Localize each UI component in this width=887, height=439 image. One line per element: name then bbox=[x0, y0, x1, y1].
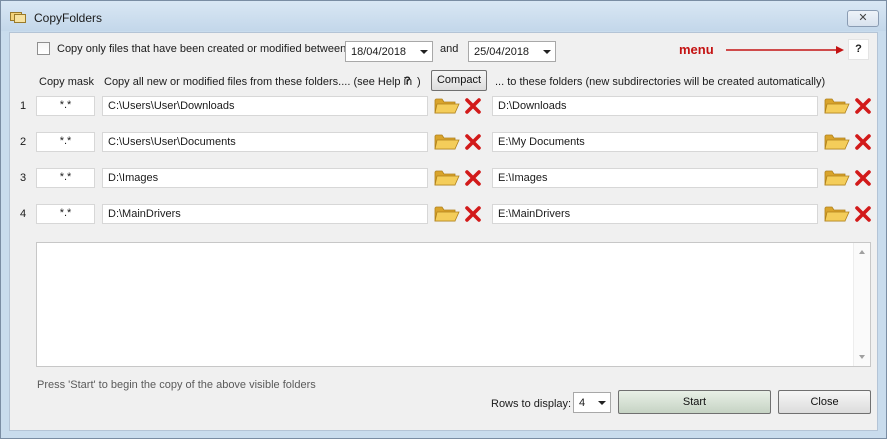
copy-mask-input[interactable]: *.* bbox=[36, 132, 95, 152]
chevron-down-icon bbox=[543, 50, 551, 54]
dest-folder-value: E:\MainDrivers bbox=[498, 208, 571, 220]
folder-open-icon[interactable] bbox=[824, 204, 850, 224]
title-bar: CopyFolders ✕ bbox=[1, 1, 886, 31]
dest-folder-value: E:\My Documents bbox=[498, 136, 585, 148]
copy-folders-app-icon bbox=[10, 12, 26, 23]
delete-x-icon[interactable] bbox=[854, 205, 872, 223]
to-date-value: 25/04/2018 bbox=[474, 46, 530, 58]
copy-mask-input[interactable]: *.* bbox=[36, 168, 95, 188]
menu-arrow-icon bbox=[726, 46, 844, 54]
source-folder-value: C:\Users\User\Documents bbox=[108, 136, 236, 148]
rows-to-display-select[interactable]: 4 bbox=[573, 392, 611, 413]
source-header: Copy all new or modified files from thes… bbox=[104, 76, 413, 88]
dest-folder-value: E:\Images bbox=[498, 172, 548, 184]
compact-button[interactable]: Compact bbox=[431, 70, 487, 91]
row-number: 3 bbox=[20, 172, 27, 184]
delete-x-icon[interactable] bbox=[464, 205, 482, 223]
header-help-button[interactable]: ? bbox=[404, 75, 411, 87]
main-panel: Copy only files that have been created o… bbox=[9, 32, 878, 431]
source-folder-input[interactable]: C:\Users\User\Documents bbox=[102, 132, 428, 152]
source-header-close: ) bbox=[417, 76, 421, 88]
start-button[interactable]: Start bbox=[618, 390, 771, 414]
source-folder-value: D:\MainDrivers bbox=[108, 208, 181, 220]
app-window: CopyFolders ✕ Copy only files that have … bbox=[0, 0, 887, 439]
from-date-picker[interactable]: 18/04/2018 bbox=[345, 41, 433, 62]
window-close-button[interactable]: ✕ bbox=[847, 10, 879, 27]
delete-x-icon[interactable] bbox=[464, 169, 482, 187]
delete-x-icon[interactable] bbox=[854, 133, 872, 151]
source-folder-value: D:\Images bbox=[108, 172, 159, 184]
help-menu-button[interactable]: ? bbox=[848, 39, 869, 60]
delete-x-icon[interactable] bbox=[854, 97, 872, 115]
folder-open-icon[interactable] bbox=[434, 132, 460, 152]
row-number: 1 bbox=[20, 100, 27, 112]
dest-header: ... to these folders (new subdirectories… bbox=[495, 76, 826, 88]
folder-open-icon[interactable] bbox=[824, 132, 850, 152]
menu-label: menu bbox=[679, 42, 714, 57]
dest-folder-input[interactable]: E:\MainDrivers bbox=[492, 204, 818, 224]
and-label: and bbox=[440, 43, 459, 55]
copy-mask-header: Copy mask bbox=[39, 76, 95, 88]
delete-x-icon[interactable] bbox=[854, 169, 872, 187]
date-filter-checkbox[interactable] bbox=[37, 42, 50, 55]
dest-folder-input[interactable]: E:\Images bbox=[492, 168, 818, 188]
scroll-down-icon[interactable] bbox=[859, 355, 865, 359]
row-number: 2 bbox=[20, 136, 27, 148]
copy-mask-value: *.* bbox=[59, 207, 72, 219]
date-filter-label: Copy only files that have been created o… bbox=[57, 43, 347, 55]
row-number: 4 bbox=[20, 208, 27, 220]
source-folder-value: C:\Users\User\Downloads bbox=[108, 100, 235, 112]
copy-mask-value: *.* bbox=[59, 171, 72, 183]
copy-mask-input[interactable]: *.* bbox=[36, 96, 95, 116]
source-folder-input[interactable]: C:\Users\User\Downloads bbox=[102, 96, 428, 116]
folder-open-icon[interactable] bbox=[824, 168, 850, 188]
folder-open-icon[interactable] bbox=[434, 96, 460, 116]
to-date-picker[interactable]: 25/04/2018 bbox=[468, 41, 556, 62]
dest-folder-input[interactable]: E:\My Documents bbox=[492, 132, 818, 152]
folder-open-icon[interactable] bbox=[824, 96, 850, 116]
window-title: CopyFolders bbox=[34, 11, 103, 25]
rows-to-display-label: Rows to display: bbox=[491, 398, 572, 410]
chevron-down-icon bbox=[420, 50, 428, 54]
rows-to-display-value: 4 bbox=[579, 397, 586, 409]
dest-folder-input[interactable]: D:\Downloads bbox=[492, 96, 818, 116]
folder-open-icon[interactable] bbox=[434, 204, 460, 224]
folder-open-icon[interactable] bbox=[434, 168, 460, 188]
delete-x-icon[interactable] bbox=[464, 97, 482, 115]
copy-mask-value: *.* bbox=[59, 99, 72, 111]
source-folder-input[interactable]: D:\Images bbox=[102, 168, 428, 188]
close-button[interactable]: Close bbox=[778, 390, 871, 414]
from-date-value: 18/04/2018 bbox=[351, 46, 407, 58]
copy-mask-input[interactable]: *.* bbox=[36, 204, 95, 224]
log-textarea[interactable] bbox=[36, 242, 871, 367]
chevron-down-icon bbox=[598, 401, 606, 405]
source-folder-input[interactable]: D:\MainDrivers bbox=[102, 204, 428, 224]
scroll-up-icon[interactable] bbox=[859, 250, 865, 254]
delete-x-icon[interactable] bbox=[464, 133, 482, 151]
dest-folder-value: D:\Downloads bbox=[498, 100, 567, 112]
start-hint: Press 'Start' to begin the copy of the a… bbox=[37, 379, 316, 391]
copy-mask-value: *.* bbox=[59, 135, 72, 147]
log-scrollbar[interactable] bbox=[853, 243, 870, 366]
